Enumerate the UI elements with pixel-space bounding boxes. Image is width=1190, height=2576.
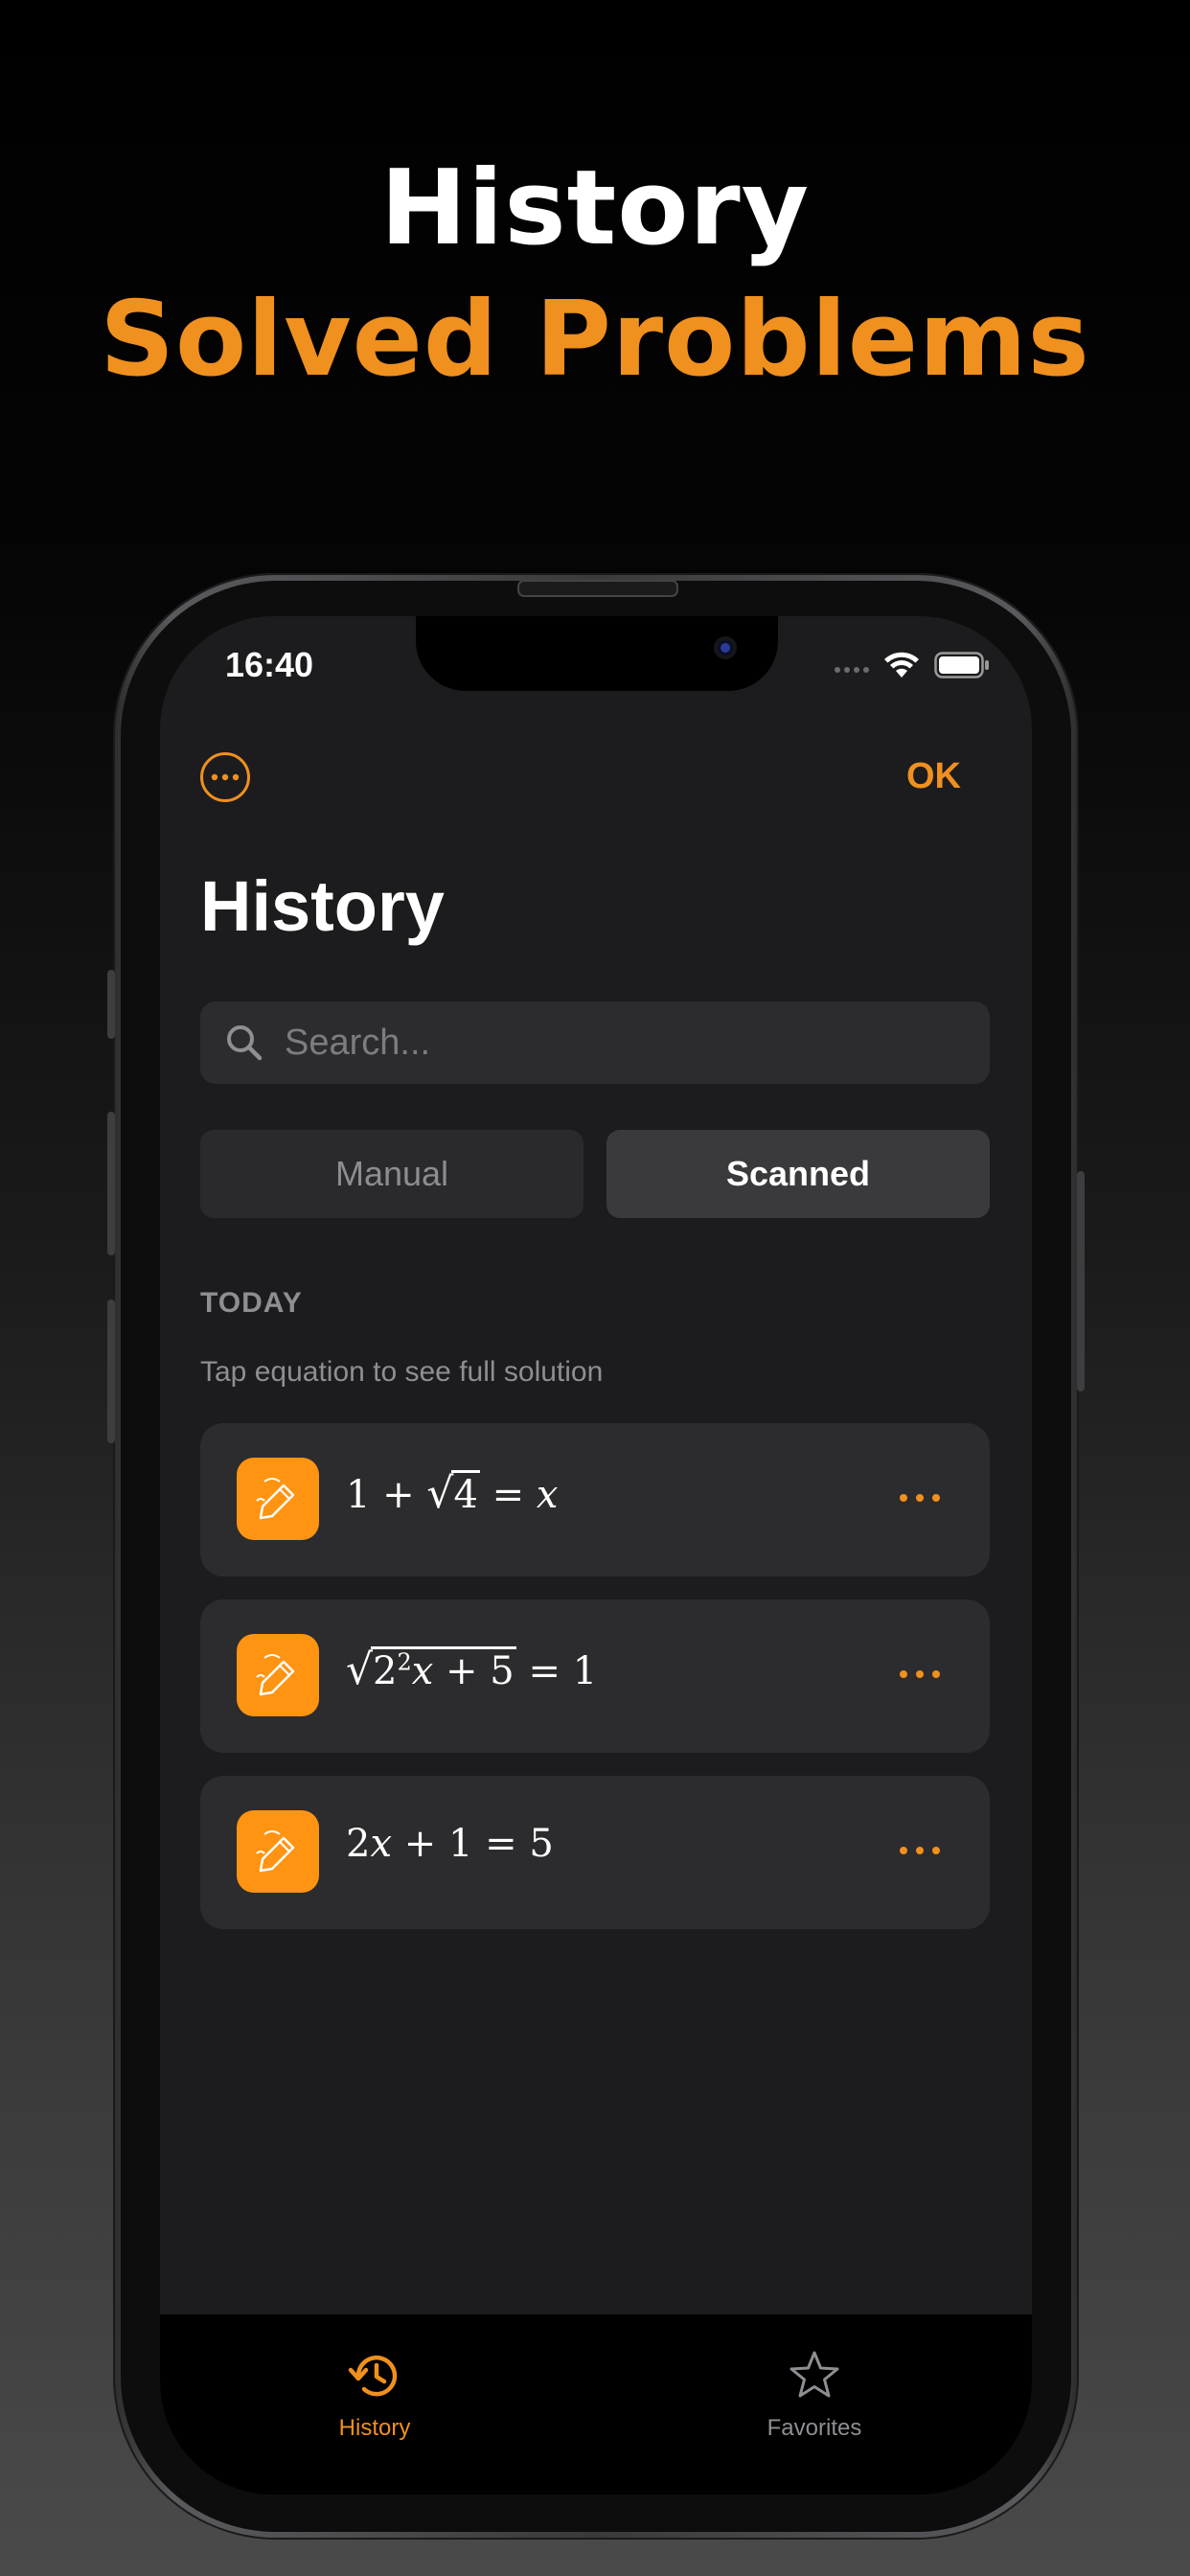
scanned-equation-icon xyxy=(237,1634,319,1716)
row-more-button[interactable] xyxy=(900,1494,940,1502)
pencil-scan-icon xyxy=(256,1830,295,1873)
tab-history-label: History xyxy=(338,2415,411,2441)
tab-favorites-label: Favorites xyxy=(767,2415,862,2441)
ellipsis-icon xyxy=(211,773,240,781)
status-time: 16:40 xyxy=(225,645,314,684)
equation-text: √22x + 5 = 1 xyxy=(346,1645,598,1694)
search-bar[interactable] xyxy=(200,1001,990,1084)
headline-subtitle: Solved Problems xyxy=(100,280,1090,400)
equation-text: 1 + √4 = x xyxy=(346,1469,559,1518)
search-icon xyxy=(227,1025,263,1061)
battery-icon xyxy=(934,652,989,678)
status-indicators xyxy=(835,651,990,679)
speaker-grille xyxy=(517,580,678,597)
pencil-scan-icon xyxy=(256,1478,295,1520)
tab-bar: History Favorites xyxy=(160,2313,1032,2495)
more-options-button[interactable] xyxy=(200,752,250,802)
power-button xyxy=(1077,1171,1085,1392)
volume-up-button xyxy=(107,1112,115,1255)
equation-row[interactable]: 1 + √4 = x xyxy=(200,1423,990,1576)
search-input[interactable] xyxy=(283,1021,957,1065)
equation-row[interactable]: √22x + 5 = 1 xyxy=(200,1599,990,1753)
notch xyxy=(416,616,778,691)
wifi-icon xyxy=(884,652,919,678)
front-camera xyxy=(714,636,737,659)
headline-title: History xyxy=(379,149,811,268)
volume-down-button xyxy=(107,1300,115,1443)
row-more-button[interactable] xyxy=(900,1847,940,1854)
star-icon xyxy=(790,2351,839,2398)
tab-history[interactable]: History xyxy=(279,2349,470,2442)
scanned-equation-icon xyxy=(237,1810,319,1893)
tab-favorites[interactable]: Favorites xyxy=(719,2349,910,2442)
section-header-today: TODAY xyxy=(200,1287,303,1319)
row-more-button[interactable] xyxy=(900,1670,940,1678)
section-hint: Tap equation to see full solution xyxy=(200,1356,604,1388)
clock-history-icon xyxy=(348,2355,398,2397)
silent-switch xyxy=(107,970,115,1039)
scanned-equation-icon xyxy=(237,1458,319,1540)
pencil-scan-icon xyxy=(256,1654,295,1696)
cellular-signal-icon xyxy=(835,667,869,673)
equation-text: 2x + 1 = 5 xyxy=(346,1822,554,1866)
segment-manual[interactable]: Manual xyxy=(200,1130,584,1218)
segment-scanned[interactable]: Scanned xyxy=(606,1130,990,1218)
equation-row[interactable]: 2x + 1 = 5 xyxy=(200,1776,990,1929)
phone-screen: 16:40 OK History Manu xyxy=(160,616,1032,2495)
ok-button[interactable]: OK xyxy=(906,756,961,797)
page-title: History xyxy=(200,866,445,946)
